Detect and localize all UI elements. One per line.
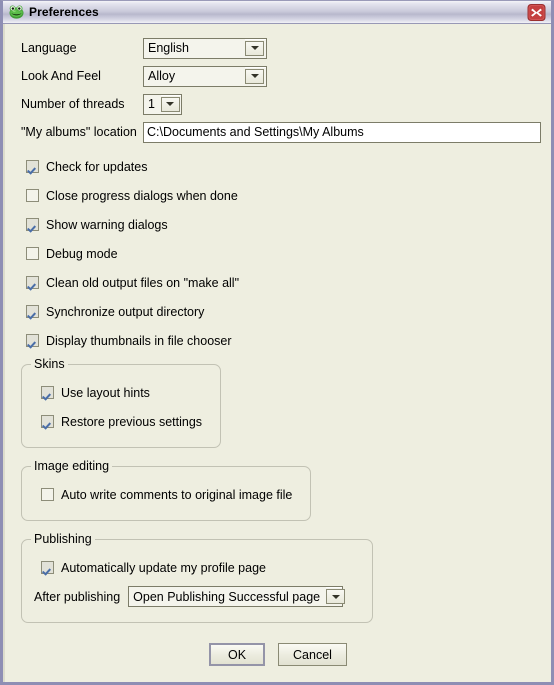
checkbox-icon	[26, 247, 39, 260]
checkbox-label: Show warning dialogs	[46, 217, 168, 232]
label-language: Language	[21, 41, 77, 55]
checkbox-use-layout-hints[interactable]: Use layout hints	[22, 378, 220, 407]
settings-form: Language English Look And Feel Alloy Num…	[5, 24, 551, 146]
checkbox-label: Restore previous settings	[61, 414, 203, 429]
chevron-down-icon	[326, 589, 346, 604]
checkbox-icon	[41, 415, 54, 428]
look-and-feel-combo[interactable]: Alloy	[143, 65, 267, 87]
title-bar[interactable]: Preferences	[3, 1, 551, 24]
form-row-my-albums-location: "My albums" location C:\Documents and Se…	[21, 118, 551, 146]
group-image-editing: Image editing Auto write comments to ori…	[21, 459, 311, 521]
form-row-language: Language English	[21, 34, 551, 62]
label-look-and-feel: Look And Feel	[21, 69, 101, 83]
label-after-publishing: After publishing	[34, 589, 121, 604]
chevron-down-icon	[245, 68, 264, 84]
checkbox-auto-write-comments[interactable]: Auto write comments to original image fi…	[22, 480, 310, 509]
preferences-window: Preferences Language English Look And Fe…	[0, 0, 554, 685]
after-publishing-combo[interactable]: Open Publishing Successful page	[128, 586, 346, 607]
group-publishing-title: Publishing	[31, 532, 95, 546]
chevron-down-icon	[160, 96, 180, 112]
checkbox-synchronize-output-directory[interactable]: Synchronize output directory	[26, 297, 551, 326]
checkbox-icon	[26, 160, 39, 173]
checkbox-icon	[41, 488, 54, 501]
checkbox-label: Auto write comments to original image fi…	[61, 487, 293, 502]
checkbox-label: Use layout hints	[61, 385, 150, 400]
chevron-down-icon	[245, 40, 264, 56]
dialog-content: Language English Look And Feel Alloy Num…	[3, 24, 551, 682]
checkbox-icon	[26, 305, 39, 318]
label-number-of-threads: Number of threads	[21, 97, 125, 111]
group-skins-title: Skins	[31, 357, 68, 371]
checkbox-label: Clean old output files on "make all"	[46, 275, 240, 290]
checkbox-icon	[26, 218, 39, 231]
checkbox-label: Display thumbnails in file chooser	[46, 333, 232, 348]
after-publishing-combo-value: Open Publishing Successful page	[129, 587, 327, 606]
preferences-checkbox-list: Check for updates Close progress dialogs…	[5, 146, 551, 355]
checkbox-icon	[26, 189, 39, 202]
checkbox-icon	[41, 386, 54, 399]
number-of-threads-combo[interactable]: 1	[143, 93, 182, 115]
ok-button[interactable]: OK	[209, 643, 266, 666]
checkbox-check-for-updates[interactable]: Check for updates	[26, 152, 551, 181]
checkbox-restore-previous-settings[interactable]: Restore previous settings	[22, 407, 220, 436]
label-my-albums-location: "My albums" location	[21, 125, 137, 139]
close-icon[interactable]	[526, 3, 547, 22]
frog-icon	[9, 5, 24, 19]
checkbox-automatically-update-profile-page[interactable]: Automatically update my profile page	[22, 553, 372, 582]
checkbox-icon	[26, 334, 39, 347]
window-title: Preferences	[29, 5, 99, 19]
checkbox-icon	[41, 561, 54, 574]
group-publishing: Publishing Automatically update my profi…	[21, 532, 373, 623]
checkbox-label: Close progress dialogs when done	[46, 188, 238, 203]
dialog-buttons: OK Cancel	[5, 643, 551, 666]
checkbox-label: Automatically update my profile page	[61, 560, 266, 575]
look-and-feel-combo-value: Alloy	[144, 66, 245, 86]
checkbox-label: Debug mode	[46, 246, 118, 261]
checkbox-close-progress-dialogs-when-done[interactable]: Close progress dialogs when done	[26, 181, 551, 210]
after-publishing-row: After publishing Open Publishing Success…	[22, 582, 372, 611]
form-row-look-and-feel: Look And Feel Alloy	[21, 62, 551, 90]
checkbox-icon	[26, 276, 39, 289]
checkbox-clean-old-output-files[interactable]: Clean old output files on "make all"	[26, 268, 551, 297]
number-of-threads-combo-value: 1	[144, 94, 161, 114]
checkbox-display-thumbnails-in-file-chooser[interactable]: Display thumbnails in file chooser	[26, 326, 551, 355]
form-row-number-of-threads: Number of threads 1	[21, 90, 551, 118]
checkbox-label: Check for updates	[46, 159, 148, 174]
checkbox-debug-mode[interactable]: Debug mode	[26, 239, 551, 268]
checkbox-label: Synchronize output directory	[46, 304, 205, 319]
cancel-button[interactable]: Cancel	[278, 643, 347, 666]
my-albums-location-input[interactable]: C:\Documents and Settings\My Albums	[143, 121, 541, 143]
language-combo[interactable]: English	[143, 37, 267, 59]
group-skins: Skins Use layout hints Restore previous …	[21, 357, 221, 448]
group-image-editing-title: Image editing	[31, 459, 113, 473]
language-combo-value: English	[144, 38, 245, 58]
checkbox-show-warning-dialogs[interactable]: Show warning dialogs	[26, 210, 551, 239]
